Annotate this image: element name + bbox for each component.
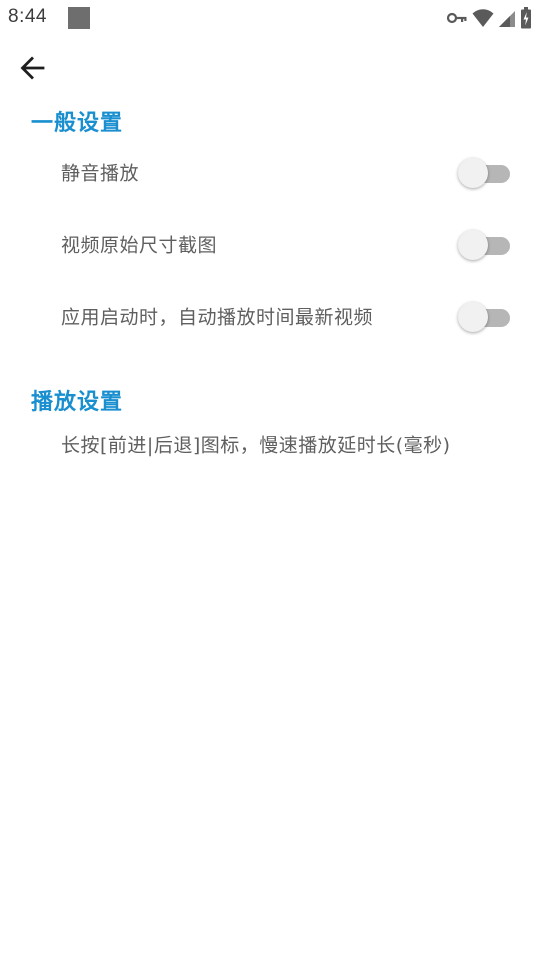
pref-row-autoplay-latest[interactable]: 应用启动时，自动播放时间最新视频	[0, 280, 540, 352]
original-size-screenshot-switch[interactable]	[458, 229, 510, 260]
pref-row-long-press-delay[interactable]: 长按[前进|后退]图标，慢速播放延时长(毫秒)	[0, 408, 540, 480]
vpn-key-icon	[446, 10, 468, 26]
pref-title: 视频原始尺寸截图	[61, 234, 218, 257]
switch-thumb	[458, 230, 488, 260]
switch-thumb	[458, 158, 488, 188]
autoplay-latest-switch[interactable]	[458, 301, 510, 332]
mute-playback-switch[interactable]	[458, 157, 510, 188]
battery-charging-icon	[520, 7, 532, 29]
toolbar	[0, 36, 540, 100]
arrow-back-icon	[18, 54, 46, 86]
section-header-general: 一般设置	[31, 111, 124, 136]
status-bar: 8:44	[0, 0, 540, 36]
cellular-signal-icon	[498, 8, 516, 28]
notification-icon	[68, 7, 90, 29]
wifi-icon	[472, 8, 494, 28]
pref-row-original-size-screenshot[interactable]: 视频原始尺寸截图	[0, 208, 540, 280]
back-button[interactable]	[14, 52, 50, 88]
status-icons	[446, 6, 532, 30]
pref-title: 长按[前进|后退]图标，慢速播放延时长(毫秒)	[61, 434, 451, 457]
pref-row-mute-playback[interactable]: 静音播放	[0, 136, 540, 208]
pref-title: 静音播放	[61, 162, 140, 185]
switch-thumb	[458, 302, 488, 332]
status-time: 8:44	[8, 6, 47, 27]
pref-title: 应用启动时，自动播放时间最新视频	[61, 306, 374, 329]
